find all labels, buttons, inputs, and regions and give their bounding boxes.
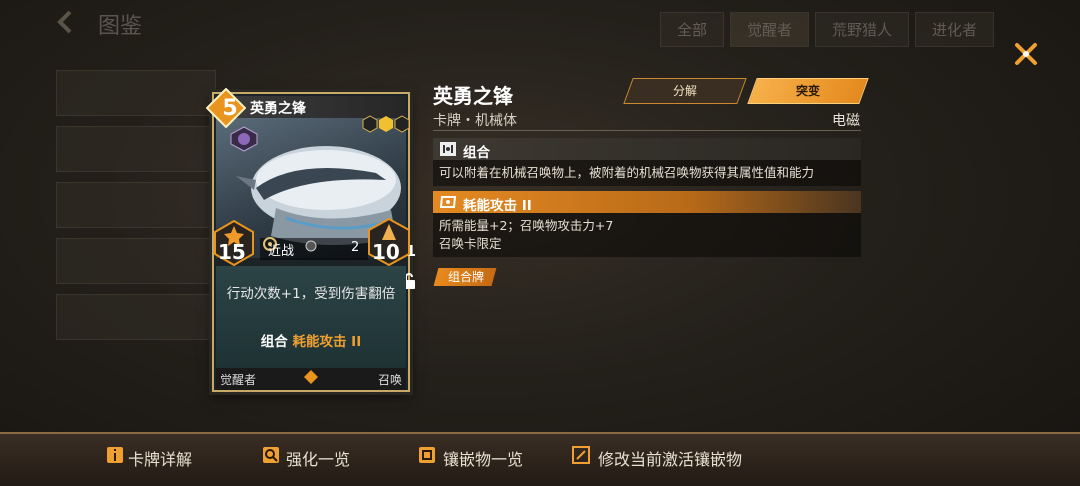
card-range-value: 2 xyxy=(351,240,360,255)
decompose-label: 分解 xyxy=(672,84,697,98)
section-header: 组合 xyxy=(433,138,861,161)
modify-inlay-button[interactable]: 修改当前激活镶嵌物 xyxy=(598,446,742,469)
background-title: 图鉴 xyxy=(98,14,143,39)
card-health: 10 xyxy=(372,240,400,264)
card-faction: 觉醒者 xyxy=(220,373,257,387)
inlay-list-button[interactable]: 镶嵌物一览 xyxy=(443,446,523,469)
background-tabs: 全部 觉醒者 荒野猎人 进化者 xyxy=(660,12,995,47)
info-icon xyxy=(107,447,123,463)
energy-icon xyxy=(439,196,457,208)
section-note: 召唤卡限定 xyxy=(439,236,502,251)
card-preview[interactable]: 5 英勇之锋 x1 近战 2 15 10 行动次数+1，受到伤害翻倍 组合 耗能… xyxy=(206,88,416,392)
card-details-button[interactable]: 卡牌详解 xyxy=(128,446,192,469)
bg-tab: 觉醒者 xyxy=(730,12,810,47)
breakthrough-button[interactable]: 突变 xyxy=(747,78,869,104)
card-type: 召唤 xyxy=(378,373,403,387)
decompose-button[interactable]: 分解 xyxy=(623,78,747,104)
divider xyxy=(433,130,861,131)
element-slots-icon xyxy=(362,115,410,133)
gear-icon xyxy=(305,240,317,252)
card-attack: 15 xyxy=(218,240,246,264)
breakthrough-label: 突变 xyxy=(795,84,820,98)
inlay-icon xyxy=(419,447,435,463)
section-header: 耗能攻击 II xyxy=(433,191,861,214)
ability-section-energy-attack: 耗能攻击 II 所需能量+2；召唤物攻击力+7 召唤卡限定 xyxy=(433,191,861,257)
section-title: 组合 xyxy=(463,145,490,161)
combo-label: 组合 xyxy=(260,334,288,350)
section-body: 可以附着在机械召唤物上，被附着的机械召唤物获得其属性值和能力 xyxy=(433,160,861,186)
bg-tab: 荒野猎人 xyxy=(815,12,910,47)
combo-card-tag: 组合牌 xyxy=(433,268,497,286)
combo-name: 耗能攻击 II xyxy=(292,334,362,350)
card-range: 近战 xyxy=(268,244,295,259)
card-description: 行动次数+1，受到伤害翻倍 xyxy=(226,286,396,302)
faction-emblem-icon xyxy=(230,126,258,152)
section-body: 所需能量+2；召唤物攻击力+7 召唤卡限定 xyxy=(433,213,861,257)
section-body-text: 所需能量+2；召唤物攻击力+7 xyxy=(439,218,614,233)
card-combo: 组合 耗能攻击 II xyxy=(222,330,400,350)
card-cost: 5 xyxy=(222,96,238,121)
enhancement-list-button[interactable]: 强化一览 xyxy=(286,446,350,469)
edit-icon xyxy=(572,446,590,464)
bg-tab: 进化者 xyxy=(915,12,995,47)
card-description-area xyxy=(216,266,406,368)
background-sidebar xyxy=(56,70,216,350)
close-icon[interactable] xyxy=(1012,40,1040,68)
section-title: 耗能攻击 II xyxy=(463,198,532,214)
card-name: 英勇之锋 xyxy=(250,101,306,117)
detail-element: 电磁 xyxy=(832,113,860,129)
ability-section-combo: 组合 可以附着在机械召唤物上，被附着的机械召唤物获得其属性值和能力 xyxy=(433,138,861,186)
link-icon xyxy=(440,142,456,156)
detail-name: 英勇之锋 xyxy=(433,84,513,108)
back-arrow-icon xyxy=(57,10,72,34)
search-icon xyxy=(263,447,279,463)
tag-label: 组合牌 xyxy=(448,270,485,284)
rarity-diamond-icon xyxy=(304,370,318,384)
bg-tab: 全部 xyxy=(660,12,725,47)
detail-subtype: 卡牌・机械体 xyxy=(433,113,517,129)
